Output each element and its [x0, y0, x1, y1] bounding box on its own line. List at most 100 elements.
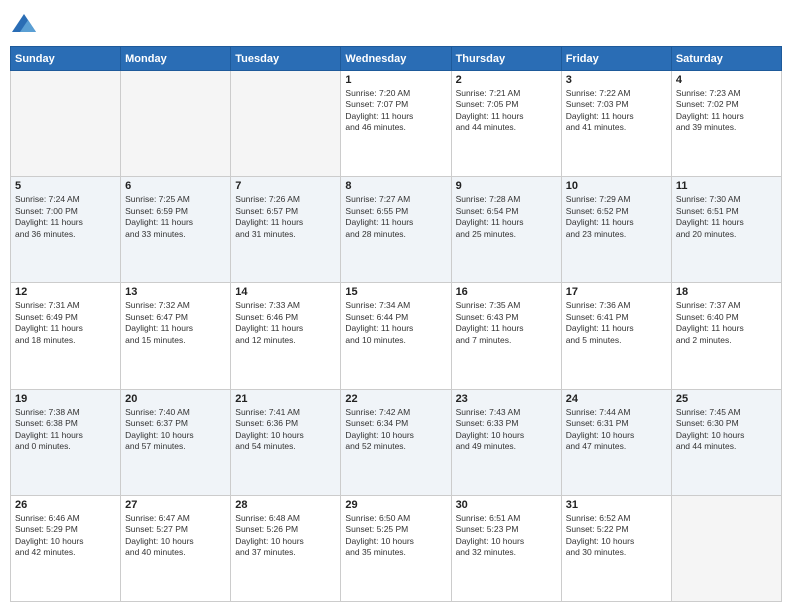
calendar-cell: 9Sunrise: 7:28 AM Sunset: 6:54 PM Daylig…	[451, 177, 561, 283]
day-number: 15	[345, 286, 446, 298]
day-info: Sunrise: 7:41 AM Sunset: 6:36 PM Dayligh…	[235, 407, 336, 453]
calendar-cell: 29Sunrise: 6:50 AM Sunset: 5:25 PM Dayli…	[341, 495, 451, 601]
day-info: Sunrise: 7:38 AM Sunset: 6:38 PM Dayligh…	[15, 407, 116, 453]
day-number: 1	[345, 74, 446, 86]
calendar-cell	[11, 71, 121, 177]
weekday-header-saturday: Saturday	[671, 47, 781, 71]
calendar-cell: 22 Sunrise: 7:42 AM Sunset: 6:34 PM Dayli…	[341, 389, 451, 495]
day-number: 20	[125, 393, 226, 405]
day-number: 22	[345, 393, 446, 405]
calendar-cell: 20 Sunrise: 7:40 AM Sunset: 6:37 PM Dayli…	[121, 389, 231, 495]
day-number: 7	[235, 180, 336, 192]
day-number: 19	[15, 393, 116, 405]
calendar-cell	[121, 71, 231, 177]
calendar-cell: 27 Sunrise: 6:47 AM Sunset: 5:27 PM Dayli…	[121, 495, 231, 601]
calendar-cell: 5 Sunrise: 7:24 AM Sunset: 7:00 PM Daylig…	[11, 177, 121, 283]
calendar-cell	[231, 71, 341, 177]
calendar-cell: 23Sunrise: 7:43 AM Sunset: 6:33 PM Dayli…	[451, 389, 561, 495]
header	[10, 10, 782, 38]
calendar-cell: 26 Sunrise: 6:46 AM Sunset: 5:29 PM Dayli…	[11, 495, 121, 601]
calendar-cell: 4Sunrise: 7:23 AM Sunset: 7:02 PM Daylig…	[671, 71, 781, 177]
calendar-cell: 7 Sunrise: 7:26 AM Sunset: 6:57 PM Daylig…	[231, 177, 341, 283]
day-number: 28	[235, 499, 336, 511]
day-info: Sunrise: 7:42 AM Sunset: 6:34 PM Dayligh…	[345, 407, 446, 453]
day-info: Sunrise: 6:51 AM Sunset: 5:23 PM Dayligh…	[456, 513, 557, 559]
page: SundayMondayTuesdayWednesdayThursdayFrid…	[0, 0, 792, 612]
weekday-header-monday: Monday	[121, 47, 231, 71]
day-info: Sunrise: 7:29 AM Sunset: 6:52 PM Dayligh…	[566, 194, 667, 240]
calendar-cell: 15 Sunrise: 7:34 AM Sunset: 6:44 PM Dayli…	[341, 283, 451, 389]
calendar-cell: 25 Sunrise: 7:45 AM Sunset: 6:30 PM Dayli…	[671, 389, 781, 495]
calendar-cell: 11Sunrise: 7:30 AM Sunset: 6:51 PM Dayli…	[671, 177, 781, 283]
calendar-cell	[671, 495, 781, 601]
day-number: 30	[456, 499, 557, 511]
day-info: Sunrise: 7:34 AM Sunset: 6:44 PM Dayligh…	[345, 300, 446, 346]
day-number: 24	[566, 393, 667, 405]
day-number: 2	[456, 74, 557, 86]
day-info: Sunrise: 7:27 AM Sunset: 6:55 PM Dayligh…	[345, 194, 446, 240]
calendar-cell: 13 Sunrise: 7:32 AM Sunset: 6:47 PM Dayli…	[121, 283, 231, 389]
week-row-3: 12Sunrise: 7:31 AM Sunset: 6:49 PM Dayli…	[11, 283, 782, 389]
calendar-cell: 3 Sunrise: 7:22 AM Sunset: 7:03 PM Daylig…	[561, 71, 671, 177]
day-info: Sunrise: 6:52 AM Sunset: 5:22 PM Dayligh…	[566, 513, 667, 559]
day-number: 3	[566, 74, 667, 86]
day-number: 21	[235, 393, 336, 405]
day-info: Sunrise: 7:33 AM Sunset: 6:46 PM Dayligh…	[235, 300, 336, 346]
day-number: 10	[566, 180, 667, 192]
day-info: Sunrise: 6:48 AM Sunset: 5:26 PM Dayligh…	[235, 513, 336, 559]
day-number: 26	[15, 499, 116, 511]
calendar-cell: 8 Sunrise: 7:27 AM Sunset: 6:55 PM Daylig…	[341, 177, 451, 283]
calendar-cell: 10 Sunrise: 7:29 AM Sunset: 6:52 PM Dayli…	[561, 177, 671, 283]
day-number: 13	[125, 286, 226, 298]
day-number: 9	[456, 180, 557, 192]
day-info: Sunrise: 7:32 AM Sunset: 6:47 PM Dayligh…	[125, 300, 226, 346]
day-number: 25	[676, 393, 777, 405]
day-info: Sunrise: 7:37 AM Sunset: 6:40 PM Dayligh…	[676, 300, 777, 346]
day-info: Sunrise: 7:45 AM Sunset: 6:30 PM Dayligh…	[676, 407, 777, 453]
week-row-5: 26 Sunrise: 6:46 AM Sunset: 5:29 PM Dayli…	[11, 495, 782, 601]
day-number: 6	[125, 180, 226, 192]
day-number: 14	[235, 286, 336, 298]
day-info: Sunrise: 7:25 AM Sunset: 6:59 PM Dayligh…	[125, 194, 226, 240]
calendar-cell: 16 Sunrise: 7:35 AM Sunset: 6:43 PM Dayli…	[451, 283, 561, 389]
week-row-4: 19 Sunrise: 7:38 AM Sunset: 6:38 PM Dayli…	[11, 389, 782, 495]
weekday-header-wednesday: Wednesday	[341, 47, 451, 71]
day-number: 31	[566, 499, 667, 511]
day-info: Sunrise: 7:40 AM Sunset: 6:37 PM Dayligh…	[125, 407, 226, 453]
day-number: 5	[15, 180, 116, 192]
logo-icon	[10, 10, 38, 38]
calendar-cell: 2 Sunrise: 7:21 AM Sunset: 7:05 PM Daylig…	[451, 71, 561, 177]
day-info: Sunrise: 6:46 AM Sunset: 5:29 PM Dayligh…	[15, 513, 116, 559]
day-number: 27	[125, 499, 226, 511]
calendar-cell: 1Sunrise: 7:20 AM Sunset: 7:07 PM Daylig…	[341, 71, 451, 177]
calendar-cell: 17Sunrise: 7:36 AM Sunset: 6:41 PM Dayli…	[561, 283, 671, 389]
calendar-cell: 31 Sunrise: 6:52 AM Sunset: 5:22 PM Dayli…	[561, 495, 671, 601]
day-info: Sunrise: 7:35 AM Sunset: 6:43 PM Dayligh…	[456, 300, 557, 346]
logo	[10, 10, 42, 38]
day-info: Sunrise: 7:43 AM Sunset: 6:33 PM Dayligh…	[456, 407, 557, 453]
day-info: Sunrise: 7:26 AM Sunset: 6:57 PM Dayligh…	[235, 194, 336, 240]
day-info: Sunrise: 7:22 AM Sunset: 7:03 PM Dayligh…	[566, 88, 667, 134]
day-number: 29	[345, 499, 446, 511]
day-number: 8	[345, 180, 446, 192]
weekday-header-sunday: Sunday	[11, 47, 121, 71]
day-number: 16	[456, 286, 557, 298]
calendar-cell: 24 Sunrise: 7:44 AM Sunset: 6:31 PM Dayli…	[561, 389, 671, 495]
day-number: 11	[676, 180, 777, 192]
weekday-header-friday: Friday	[561, 47, 671, 71]
day-info: Sunrise: 7:24 AM Sunset: 7:00 PM Dayligh…	[15, 194, 116, 240]
day-info: Sunrise: 7:21 AM Sunset: 7:05 PM Dayligh…	[456, 88, 557, 134]
day-number: 4	[676, 74, 777, 86]
day-info: Sunrise: 6:47 AM Sunset: 5:27 PM Dayligh…	[125, 513, 226, 559]
day-number: 18	[676, 286, 777, 298]
calendar-table: SundayMondayTuesdayWednesdayThursdayFrid…	[10, 46, 782, 602]
calendar-cell: 12Sunrise: 7:31 AM Sunset: 6:49 PM Dayli…	[11, 283, 121, 389]
day-info: Sunrise: 7:31 AM Sunset: 6:49 PM Dayligh…	[15, 300, 116, 346]
weekday-header-row: SundayMondayTuesdayWednesdayThursdayFrid…	[11, 47, 782, 71]
day-info: Sunrise: 7:44 AM Sunset: 6:31 PM Dayligh…	[566, 407, 667, 453]
day-number: 17	[566, 286, 667, 298]
calendar-cell: 6 Sunrise: 7:25 AM Sunset: 6:59 PM Daylig…	[121, 177, 231, 283]
calendar-cell: 28 Sunrise: 6:48 AM Sunset: 5:26 PM Dayli…	[231, 495, 341, 601]
calendar-cell: 14 Sunrise: 7:33 AM Sunset: 6:46 PM Dayli…	[231, 283, 341, 389]
calendar-cell: 30 Sunrise: 6:51 AM Sunset: 5:23 PM Dayli…	[451, 495, 561, 601]
